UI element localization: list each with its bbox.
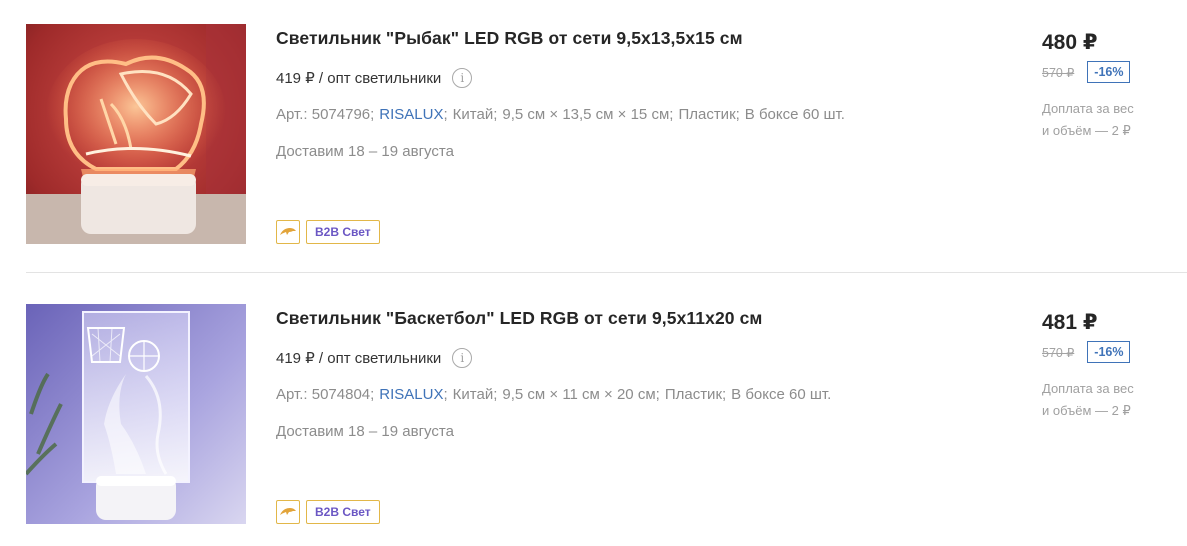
dolphin-icon <box>280 228 296 235</box>
product-specs: Арт.: 5074804; RISALUX; Китай; 9,5 см × 11 … <box>276 386 832 403</box>
box-quantity: В боксе 60 шт. <box>731 386 832 403</box>
article-number: Арт.: 5074796 <box>276 106 371 123</box>
price: 481 ₽ <box>1042 311 1098 334</box>
material: Пластик <box>678 106 736 123</box>
surcharge-line-2: и объём — 2 ₽ <box>1042 123 1131 138</box>
dolphin-badge[interactable] <box>276 500 300 524</box>
info-icon[interactable]: i <box>452 68 473 88</box>
product-title[interactable]: Светильник "Рыбак" LED RGB от сети 9,5х1… <box>276 28 743 49</box>
fisherman-lamp-image <box>26 24 246 244</box>
wholesale-price: 419 ₽ / опт светильники i <box>276 348 473 368</box>
product-card: Светильник "Рыбак" LED RGB от сети 9,5х1… <box>0 24 1187 264</box>
weight-surcharge: Доплата за вес и объём — 2 ₽ <box>1042 98 1182 142</box>
dimensions: 9,5 см × 11 см × 20 см <box>502 386 656 403</box>
country: Китай <box>452 386 494 403</box>
product-specs: Арт.: 5074796; RISALUX; Китай; 9,5 см × 13,… <box>276 106 845 123</box>
old-price-row: 570 ₽ -16% <box>1042 341 1131 363</box>
old-price: 570 ₽ <box>1042 345 1075 360</box>
discount-badge: -16% <box>1087 61 1131 83</box>
wholesale-price-text: 419 ₽ / опт светильники <box>276 350 442 367</box>
dimensions: 9,5 см × 13,5 см × 15 см <box>502 106 670 123</box>
country: Китай <box>452 106 494 123</box>
old-price-row: 570 ₽ -16% <box>1042 61 1131 83</box>
dolphin-badge[interactable] <box>276 220 300 244</box>
surcharge-line-2: и объём — 2 ₽ <box>1042 403 1131 418</box>
article-number: Арт.: 5074804 <box>276 386 371 403</box>
basketball-lamp-image <box>26 304 246 524</box>
info-icon[interactable]: i <box>452 348 473 368</box>
brand-link[interactable]: RISALUX <box>379 386 443 403</box>
wholesale-price-text: 419 ₽ / опт светильники <box>276 70 442 87</box>
price: 480 ₽ <box>1042 31 1098 54</box>
b2b-badge[interactable]: B2B Свет <box>306 220 380 244</box>
delivery-date: Доставим 18 – 19 августа <box>276 143 454 160</box>
dolphin-icon <box>280 508 296 515</box>
old-price: 570 ₽ <box>1042 65 1075 80</box>
discount-badge: -16% <box>1087 341 1131 363</box>
box-quantity: В боксе 60 шт. <box>744 106 845 123</box>
product-card: Светильник "Баскетбол" LED RGB от сети 9… <box>0 304 1187 544</box>
product-image[interactable] <box>26 24 246 244</box>
badges: B2B Свет <box>276 220 380 244</box>
b2b-badge[interactable]: B2B Свет <box>306 500 380 524</box>
product-image[interactable] <box>26 304 246 524</box>
product-title[interactable]: Светильник "Баскетбол" LED RGB от сети 9… <box>276 308 762 329</box>
material: Пластик <box>664 386 722 403</box>
badges: B2B Свет <box>276 500 380 524</box>
divider <box>26 272 1187 273</box>
weight-surcharge: Доплата за вес и объём — 2 ₽ <box>1042 378 1182 422</box>
wholesale-price: 419 ₽ / опт светильники i <box>276 68 473 88</box>
surcharge-line-1: Доплата за вес <box>1042 101 1134 116</box>
delivery-date: Доставим 18 – 19 августа <box>276 423 454 440</box>
surcharge-line-1: Доплата за вес <box>1042 381 1134 396</box>
brand-link[interactable]: RISALUX <box>379 106 443 123</box>
